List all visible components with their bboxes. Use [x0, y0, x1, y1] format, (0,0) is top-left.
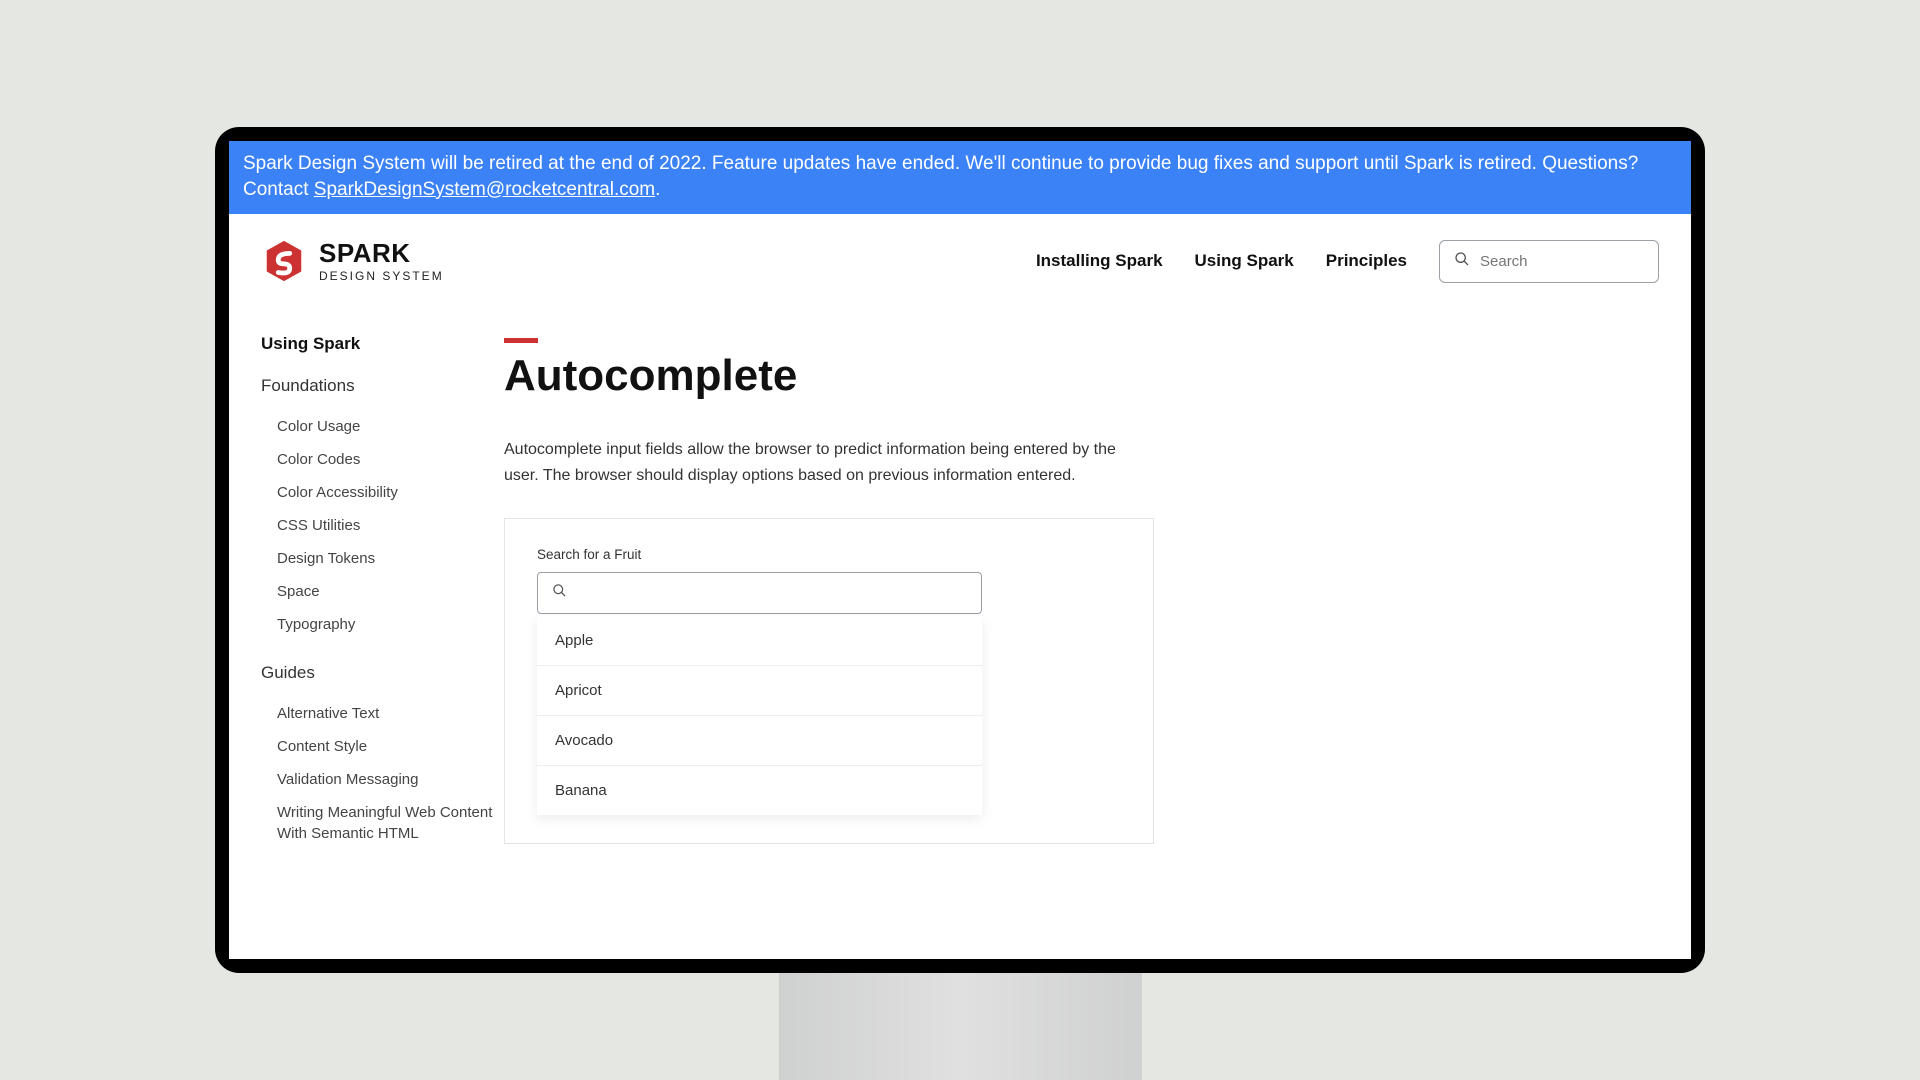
page-body: Using Spark Foundations Color Usage Colo… — [229, 308, 1691, 959]
logo-sub: DESIGN SYSTEM — [319, 270, 444, 282]
main-content: Autocomplete Autocomplete input fields a… — [504, 308, 1691, 959]
logo-text: SPARK DESIGN SYSTEM — [319, 240, 444, 282]
page-title: Autocomplete — [504, 351, 1651, 401]
sidebar-list-guides: Alternative Text Content Style Validatio… — [261, 697, 504, 850]
autocomplete-input-wrap[interactable] — [537, 572, 982, 614]
autocomplete-option[interactable]: Avocado — [537, 716, 982, 766]
sidebar: Using Spark Foundations Color Usage Colo… — [229, 308, 504, 959]
sidebar-item[interactable]: Design Tokens — [261, 542, 504, 575]
autocomplete-option[interactable]: Apricot — [537, 666, 982, 716]
sidebar-item[interactable]: Writing Meaningful Web Content With Sema… — [261, 796, 504, 850]
sidebar-item[interactable]: Typography — [261, 608, 504, 641]
autocomplete-option[interactable]: Banana — [537, 766, 982, 815]
retirement-banner: Spark Design System will be retired at t… — [229, 141, 1691, 214]
top-nav: Installing Spark Using Spark Principles — [1036, 240, 1659, 283]
sidebar-item[interactable]: Color Codes — [261, 443, 504, 476]
sidebar-item[interactable]: Validation Messaging — [261, 763, 504, 796]
logo-brand: SPARK — [319, 240, 444, 266]
spark-logo-icon — [261, 238, 307, 284]
banner-text-after: . — [655, 179, 660, 200]
sidebar-item[interactable]: Color Usage — [261, 410, 504, 443]
sidebar-list-foundations: Color Usage Color Codes Color Accessibil… — [261, 410, 504, 641]
sidebar-heading[interactable]: Using Spark — [261, 334, 504, 354]
autocomplete-input[interactable] — [577, 585, 967, 602]
search-icon — [1454, 251, 1470, 272]
sidebar-section-foundations[interactable]: Foundations — [261, 376, 504, 396]
nav-link-principles[interactable]: Principles — [1326, 251, 1407, 271]
accent-bar — [504, 338, 538, 343]
sidebar-item[interactable]: Content Style — [261, 730, 504, 763]
autocomplete-dropdown: Apple Apricot Avocado Banana — [537, 616, 982, 815]
nav-link-using[interactable]: Using Spark — [1195, 251, 1294, 271]
monitor-frame: Spark Design System will be retired at t… — [215, 127, 1705, 973]
search-input[interactable] — [1480, 253, 1644, 270]
sidebar-item[interactable]: Space — [261, 575, 504, 608]
nav-link-installing[interactable]: Installing Spark — [1036, 251, 1163, 271]
screen: Spark Design System will be retired at t… — [229, 141, 1691, 959]
monitor-stand — [779, 973, 1142, 1080]
logo[interactable]: SPARK DESIGN SYSTEM — [261, 238, 444, 284]
sidebar-item[interactable]: CSS Utilities — [261, 509, 504, 542]
autocomplete-label: Search for a Fruit — [537, 547, 1121, 562]
autocomplete-demo: Search for a Fruit Apple Apricot Avocado… — [504, 518, 1154, 844]
page-description: Autocomplete input fields allow the brow… — [504, 437, 1144, 488]
search-icon — [552, 583, 567, 603]
banner-email-link[interactable]: SparkDesignSystem@rocketcentral.com — [314, 179, 655, 200]
search-box[interactable] — [1439, 240, 1659, 283]
sidebar-item[interactable]: Color Accessibility — [261, 476, 504, 509]
sidebar-item[interactable]: Alternative Text — [261, 697, 504, 730]
sidebar-section-guides[interactable]: Guides — [261, 663, 504, 683]
autocomplete-option[interactable]: Apple — [537, 616, 982, 666]
header: SPARK DESIGN SYSTEM Installing Spark Usi… — [229, 214, 1691, 308]
